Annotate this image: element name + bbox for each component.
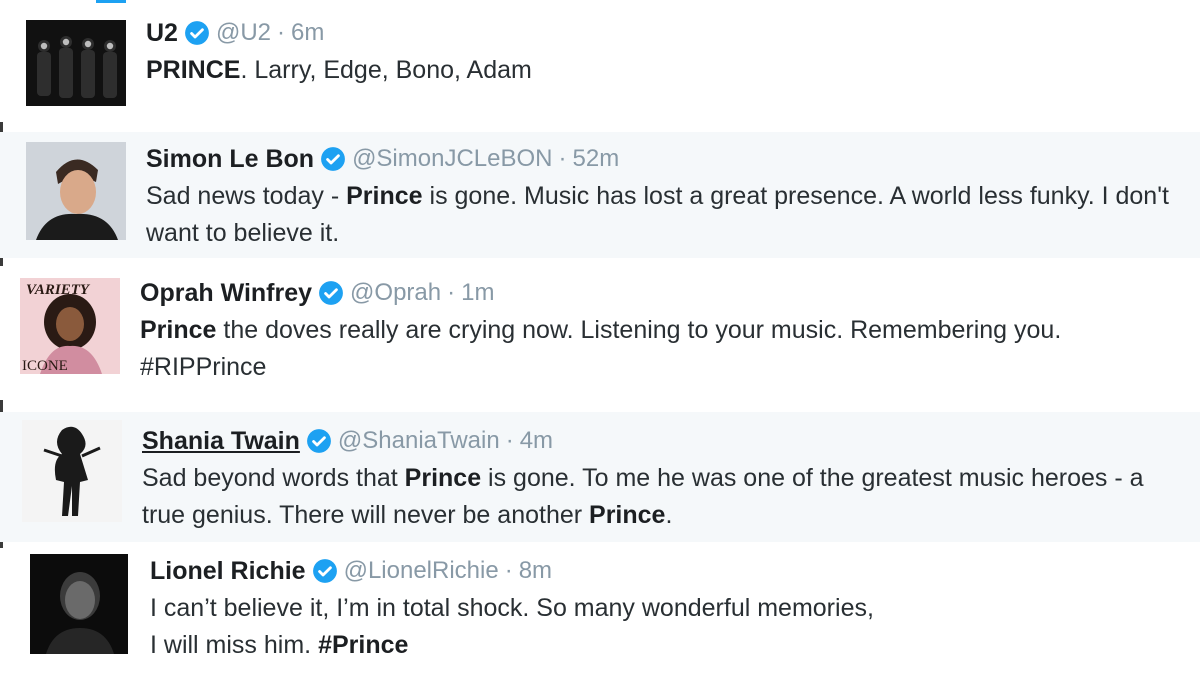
tweet-text-segment: . [665, 501, 673, 529]
band-photo-avatar-icon [26, 20, 126, 106]
tweet-header: Simon Le Bon @SimonJCLeBON · 52m [146, 142, 1180, 176]
tweet-content: U2 @U2 · 6m PRINCE. Larry, Edge, Bono, A… [146, 16, 1180, 89]
highlighted-term: Prince [589, 501, 666, 529]
separator-dot: · [504, 557, 513, 584]
tweet-text-segment: Sad news today - [146, 182, 347, 210]
top-indicator [96, 0, 126, 3]
avatar[interactable] [26, 142, 126, 240]
tweet-text: PRINCE. Larry, Edge, Bono, Adam [146, 52, 1180, 89]
verified-badge-icon [312, 559, 337, 583]
tweet-time[interactable]: 8m [519, 557, 552, 585]
verified-badge-icon [185, 21, 209, 45]
tweet-text-segment: Sad beyond words that [142, 464, 405, 492]
user-handle[interactable]: @LionelRichie [344, 557, 499, 585]
avatar-text-top: VARIETY [26, 282, 91, 298]
highlighted-term: Prince [140, 316, 217, 344]
tweet-header: Lionel Richie @LionelRichie · 8m [150, 554, 1180, 588]
portrait-avatar-icon [26, 142, 126, 240]
avatar-text-bottom: ICONE [22, 358, 68, 374]
tweet-time[interactable]: 52m [573, 145, 620, 173]
avatar[interactable]: VARIETY ICONE [20, 278, 120, 374]
user-name[interactable]: U2 [146, 19, 178, 48]
tweet-text: I can’t believe it, I’m in total shock. … [150, 590, 1180, 664]
silhouette-avatar-icon [22, 420, 122, 522]
tweet-content: Oprah Winfrey @Oprah · 1m Prince the dov… [140, 276, 1180, 386]
user-name[interactable]: Simon Le Bon [146, 145, 314, 174]
user-name[interactable]: Oprah Winfrey [140, 279, 312, 308]
tweet-u2[interactable]: U2 @U2 · 6m PRINCE. Larry, Edge, Bono, A… [0, 0, 1200, 122]
avatar[interactable] [26, 20, 126, 106]
tweet-shania-twain[interactable]: Shania Twain @ShaniaTwain · 4m Sad beyon… [0, 412, 1200, 542]
highlighted-term: PRINCE [146, 56, 241, 84]
tweet-text: Sad beyond words that Prince is gone. To… [142, 460, 1180, 534]
tweet-time[interactable]: 1m [461, 279, 494, 307]
highlighted-term: Prince [346, 182, 423, 210]
tweet-time[interactable]: 4m [520, 427, 553, 455]
avatar[interactable] [30, 554, 128, 654]
separator-dot: · [558, 145, 567, 172]
separator-dot: · [447, 279, 456, 306]
tweet-text: Sad news today - Prince is gone. Music h… [146, 178, 1180, 252]
user-handle[interactable]: @Oprah [350, 279, 441, 307]
tweet-header: Oprah Winfrey @Oprah · 1m [140, 276, 1180, 310]
tweet-content: Simon Le Bon @SimonJCLeBON · 52m Sad new… [146, 142, 1180, 252]
verified-badge-icon [321, 147, 345, 171]
separator-dot: · [277, 19, 286, 46]
tweet-header: U2 @U2 · 6m [146, 16, 1180, 50]
tweet-time[interactable]: 6m [291, 19, 324, 47]
user-handle[interactable]: @SimonJCLeBON [352, 145, 552, 173]
tweet-content: Lionel Richie @LionelRichie · 8m I can’t… [150, 554, 1180, 664]
highlighted-term: Prince [404, 464, 482, 492]
tweet-lionel-richie[interactable]: Lionel Richie @LionelRichie · 8m I can’t… [0, 548, 1200, 690]
user-name[interactable]: Shania Twain [142, 427, 300, 456]
separator-dot: · [505, 427, 514, 454]
verified-badge-icon [319, 281, 343, 305]
tweet-oprah-winfrey[interactable]: VARIETY ICONE Oprah Winfrey @Oprah · 1m … [0, 266, 1200, 400]
user-name[interactable]: Lionel Richie [150, 557, 306, 586]
highlighted-term: #Prince [318, 631, 409, 659]
tweet-simon-le-bon[interactable]: Simon Le Bon @SimonJCLeBON · 52m Sad new… [0, 132, 1200, 258]
tweet-content: Shania Twain @ShaniaTwain · 4m Sad beyon… [142, 424, 1180, 534]
avatar[interactable] [22, 420, 122, 522]
tweet-text-segment: . Larry, Edge, Bono, Adam [240, 56, 532, 84]
tweet-text: Prince the doves really are crying now. … [140, 312, 1180, 386]
tweet-text-segment: the doves really are crying now. Listeni… [140, 316, 1062, 381]
verified-badge-icon [306, 429, 331, 453]
user-handle[interactable]: @ShaniaTwain [338, 427, 500, 455]
user-handle[interactable]: @U2 [216, 19, 271, 47]
portrait-dark-avatar-icon [30, 554, 128, 654]
tweet-header: Shania Twain @ShaniaTwain · 4m [142, 424, 1180, 458]
magazine-cover-avatar-icon: VARIETY ICONE [20, 278, 120, 374]
tweet-text-segment: I can’t believe it, I’m in total shock. … [150, 594, 874, 659]
